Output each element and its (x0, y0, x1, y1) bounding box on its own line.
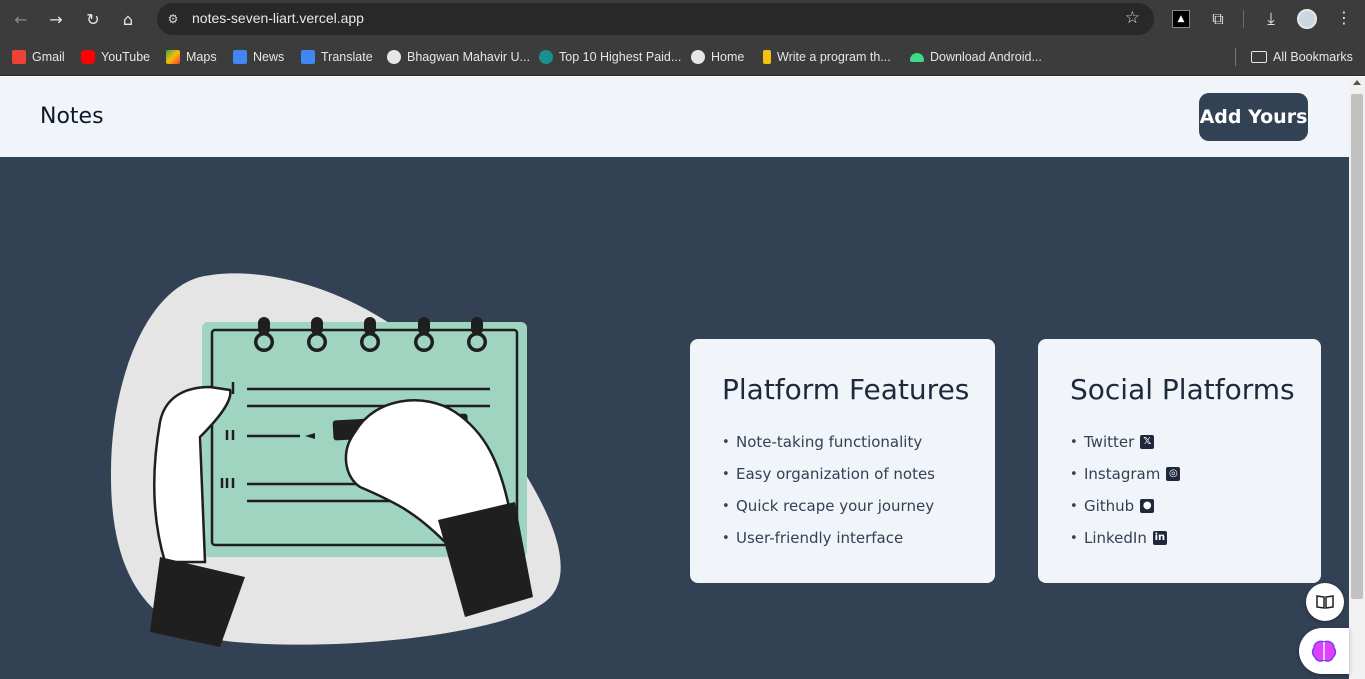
social-label: Twitter (1084, 433, 1135, 451)
bookmark-label: Maps (186, 50, 217, 64)
social-label: LinkedIn (1084, 529, 1147, 547)
back-button[interactable]: ← (8, 6, 34, 32)
bookmark-label: Bhagwan Mahavir U... (407, 50, 530, 64)
add-yours-button[interactable]: Add Yours (1199, 93, 1308, 141)
list-item: • User-friendly interface (722, 529, 904, 547)
social-link-instagram[interactable]: • Instagram ◎ (1070, 458, 1181, 490)
social-list: • Twitter 𝕏 • Instagram ◎ • Github ● • LinkedIn… (1070, 426, 1181, 554)
page-body: Notes Add Yours Platform Features • Note… (0, 77, 1349, 679)
feature-text: Note-taking functionality (736, 433, 923, 451)
bookmarks-divider (1235, 48, 1236, 66)
feature-text: User-friendly interface (736, 529, 904, 547)
feature-text: Easy organization of notes (736, 465, 935, 483)
folder-icon (1251, 51, 1267, 63)
features-list: • Note-taking functionality • Easy organiz… (722, 426, 935, 554)
extensions-puzzle-icon[interactable]: ⧉ (1207, 7, 1229, 31)
bookmark-label: Gmail (32, 50, 65, 64)
bookmark-label: Translate (321, 50, 373, 64)
bookmark-maps[interactable]: Maps (166, 48, 217, 66)
profile-avatar[interactable] (1297, 9, 1317, 29)
maps-icon (166, 50, 180, 64)
social-title: Social Platforms (1070, 373, 1295, 406)
bookmark-star-icon[interactable]: ☆ (1125, 8, 1140, 28)
linkedin-icon[interactable]: in (1152, 531, 1167, 545)
github-icon[interactable]: ● (1140, 499, 1155, 513)
bookmark-write-program[interactable]: Write a program th... (763, 48, 891, 66)
gmail-icon (12, 50, 26, 64)
reload-button[interactable]: ↻ (80, 6, 106, 32)
bookmark-label: Download Android... (930, 50, 1042, 64)
bookmark-label: Top 10 Highest Paid... (559, 50, 682, 64)
feature-text: Quick recape your journey (736, 497, 935, 515)
download-icon[interactable]: ⤓ (1260, 7, 1282, 31)
scrollbar-thumb[interactable] (1351, 94, 1363, 599)
forward-button[interactable]: → (43, 6, 69, 32)
home-button[interactable]: ⌂ (115, 6, 141, 32)
features-title: Platform Features (722, 373, 970, 406)
book-icon (1316, 595, 1334, 609)
social-label: Github (1084, 497, 1135, 515)
list-item: • Note-taking functionality (722, 433, 923, 451)
site-icon (763, 50, 771, 64)
bookmark-label: Home (711, 50, 745, 64)
translate-icon (301, 50, 315, 64)
all-bookmarks-button[interactable]: All Bookmarks (1251, 48, 1353, 66)
bookmark-label: News (253, 50, 285, 64)
bookmark-label: Write a program th... (777, 50, 891, 64)
address-bar[interactable]: ⚙ notes-seven-liart.vercel.app ☆ (157, 3, 1154, 35)
bookmark-gmail[interactable]: Gmail (12, 48, 65, 66)
news-icon (233, 50, 247, 64)
all-bookmarks-label: All Bookmarks (1273, 50, 1353, 64)
instagram-icon[interactable]: ◎ (1166, 467, 1181, 481)
bookmark-youtube[interactable]: YouTube (81, 48, 150, 66)
site-header: Notes Add Yours (0, 77, 1349, 157)
bookmark-news[interactable]: News (233, 48, 284, 66)
notepad-illustration (110, 273, 561, 647)
bookmark-label: YouTube (101, 50, 151, 64)
bookmark-bhagwan-mahavir[interactable]: Bhagwan Mahavir U... (387, 48, 530, 66)
bookmark-translate[interactable]: Translate (301, 48, 373, 66)
menu-kebab-icon[interactable]: ⋮ (1336, 8, 1352, 28)
brand-title[interactable]: Notes (40, 104, 104, 129)
globe-icon (387, 50, 401, 64)
ai-assistant-button[interactable] (1299, 628, 1349, 674)
scroll-up-arrow-icon[interactable] (1353, 80, 1361, 85)
site-icon (539, 50, 553, 64)
youtube-icon (81, 50, 95, 64)
bookmark-home[interactable]: Home (691, 48, 744, 66)
extension-icon[interactable]: ▲ (1172, 10, 1190, 28)
social-link-github[interactable]: • Github ● (1070, 490, 1180, 522)
list-item: • Quick recape your journey (722, 497, 935, 515)
toolbar-divider (1243, 10, 1244, 28)
brain-icon (1311, 640, 1337, 662)
social-label: Instagram (1084, 465, 1161, 483)
url-text[interactable]: notes-seven-liart.vercel.app (192, 10, 364, 26)
browser-toolbar: ← → ↻ ⌂ ⚙ notes-seven-liart.vercel.app ☆… (0, 0, 1365, 38)
social-platforms-card: Social Platforms • Twitter 𝕏 • Instagram ◎ •… (1038, 339, 1321, 583)
android-icon (910, 52, 924, 62)
reading-mode-button[interactable] (1306, 583, 1344, 621)
bookmarks-bar: Gmail YouTube Maps News Translate Bhagwa… (0, 38, 1365, 76)
x-icon[interactable]: 𝕏 (1140, 435, 1155, 449)
social-link-linkedin[interactable]: • LinkedIn in (1070, 522, 1180, 554)
globe-icon (691, 50, 705, 64)
bookmark-download-android[interactable]: Download Android... (910, 48, 1042, 66)
list-item: • Easy organization of notes (722, 465, 935, 483)
site-settings-icon[interactable]: ⚙ (165, 11, 181, 27)
social-link-twitter[interactable]: • Twitter 𝕏 (1070, 426, 1180, 458)
platform-features-card: Platform Features • Note-taking functiona… (690, 339, 995, 583)
bookmark-top-10[interactable]: Top 10 Highest Paid... (539, 48, 681, 66)
